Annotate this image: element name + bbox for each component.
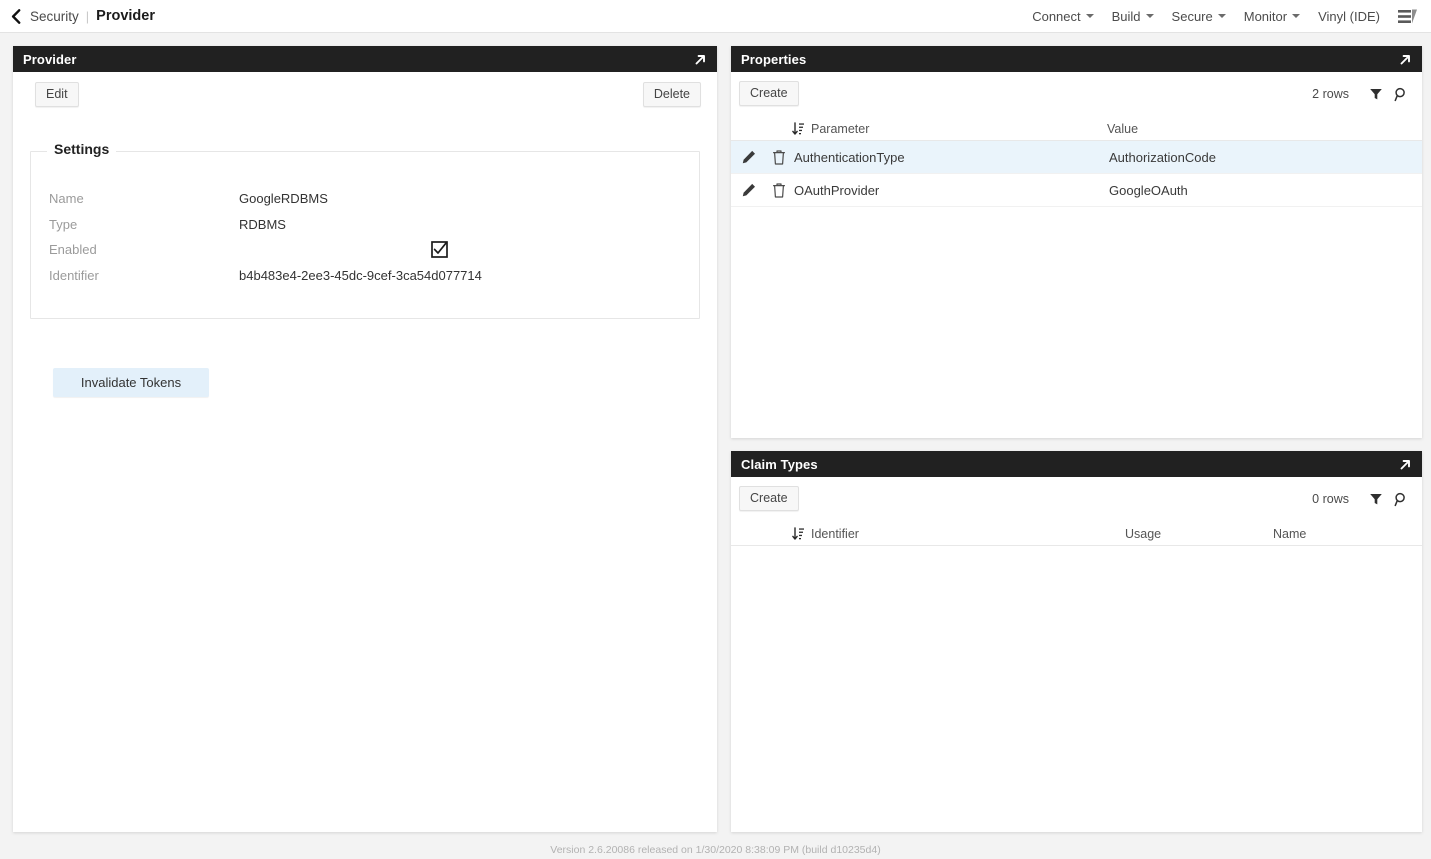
claim-types-panel-title: Claim Types xyxy=(741,457,1396,472)
nav-item-vinyl-ide[interactable]: Vinyl (IDE) xyxy=(1309,9,1389,24)
breadcrumb: Security | Provider xyxy=(0,7,155,25)
field-label-enabled: Enabled xyxy=(49,242,239,257)
field-label-type: Type xyxy=(49,217,239,232)
main-menu: Connect Build Secure Monitor Vinyl (IDE) xyxy=(1023,6,1431,26)
claim-types-grid-header: Identifier Usage Name xyxy=(731,523,1422,546)
nav-item-secure[interactable]: Secure xyxy=(1163,9,1235,24)
row-delete-trash-icon[interactable] xyxy=(770,148,788,166)
footer: Version 2.6.20086 released on 1/30/2020 … xyxy=(0,840,1431,859)
provider-panel-title: Provider xyxy=(23,52,691,67)
properties-row-count: 2 rows xyxy=(1312,87,1349,101)
claim-types-column-name[interactable]: Name xyxy=(1273,527,1306,541)
nav-item-secure-label: Secure xyxy=(1172,9,1213,24)
field-value-name: GoogleRDBMS xyxy=(239,191,328,206)
settings-fieldset: Settings Name GoogleRDBMS Type RDBMS Ena… xyxy=(30,151,700,319)
field-row-type: Type RDBMS xyxy=(49,212,679,237)
table-row[interactable]: OAuthProvider GoogleOAuth xyxy=(731,174,1422,207)
properties-column-parameter[interactable]: Parameter xyxy=(811,122,869,136)
provider-panel: Provider Edit Delete Settings Name Googl… xyxy=(13,46,717,832)
expand-arrow-icon[interactable] xyxy=(1396,455,1414,473)
claim-types-toolbar: Create 0 rows xyxy=(731,477,1422,523)
table-row[interactable]: AuthenticationType AuthorizationCode xyxy=(731,141,1422,174)
properties-panel-body: Create 2 rows Pa xyxy=(731,72,1422,438)
top-navigation-bar: Security | Provider Connect Build Secure… xyxy=(0,0,1431,33)
nav-item-build[interactable]: Build xyxy=(1103,9,1163,24)
nav-item-monitor-label: Monitor xyxy=(1244,9,1287,24)
properties-column-value[interactable]: Value xyxy=(1107,122,1138,136)
claim-types-grid-tools: 0 rows xyxy=(1312,489,1411,509)
settings-legend: Settings xyxy=(47,141,116,157)
breadcrumb-parent-security[interactable]: Security xyxy=(30,9,79,24)
breadcrumb-separator: | xyxy=(86,9,89,24)
row-delete-trash-icon[interactable] xyxy=(770,181,788,199)
menu-icon[interactable] xyxy=(1395,6,1419,26)
search-icon[interactable] xyxy=(1391,489,1411,509)
search-icon[interactable] xyxy=(1391,84,1411,104)
nav-item-connect[interactable]: Connect xyxy=(1023,9,1102,24)
cell-value: AuthorizationCode xyxy=(1109,150,1216,165)
cell-parameter: AuthenticationType xyxy=(794,150,905,165)
field-row-name: Name GoogleRDBMS xyxy=(49,186,679,211)
claim-types-column-usage[interactable]: Usage xyxy=(1125,527,1161,541)
row-edit-pencil-icon[interactable] xyxy=(740,148,758,166)
field-row-enabled: Enabled xyxy=(49,237,679,262)
nav-item-monitor[interactable]: Monitor xyxy=(1235,9,1309,24)
field-label-name: Name xyxy=(49,191,239,206)
nav-item-vinyl-ide-label: Vinyl (IDE) xyxy=(1318,9,1380,24)
expand-arrow-icon[interactable] xyxy=(691,50,709,68)
sort-ascending-icon[interactable] xyxy=(791,526,805,541)
chevron-down-icon xyxy=(1292,14,1300,18)
nav-item-connect-label: Connect xyxy=(1032,9,1080,24)
enabled-checkbox-checked-icon xyxy=(431,241,448,258)
properties-grid-tools: 2 rows xyxy=(1312,84,1411,104)
field-value-type: RDBMS xyxy=(239,217,286,232)
filter-icon[interactable] xyxy=(1366,489,1386,509)
chevron-left-icon[interactable] xyxy=(6,7,24,25)
edit-button[interactable]: Edit xyxy=(35,82,79,107)
properties-panel-header: Properties xyxy=(731,46,1422,72)
field-label-identifier: Identifier xyxy=(49,268,239,283)
row-edit-pencil-icon[interactable] xyxy=(740,181,758,199)
field-value-identifier: b4b483e4-2ee3-45dc-9cef-3ca54d077714 xyxy=(239,268,482,283)
chevron-down-icon xyxy=(1086,14,1094,18)
cell-parameter: OAuthProvider xyxy=(794,183,879,198)
chevron-down-icon xyxy=(1218,14,1226,18)
expand-arrow-icon[interactable] xyxy=(1396,50,1414,68)
cell-value: GoogleOAuth xyxy=(1109,183,1188,198)
field-row-identifier: Identifier b4b483e4-2ee3-45dc-9cef-3ca54… xyxy=(49,263,679,288)
properties-toolbar: Create 2 rows xyxy=(731,72,1422,118)
properties-create-button[interactable]: Create xyxy=(739,81,799,106)
version-text: Version 2.6.20086 released on 1/30/2020 … xyxy=(550,844,880,856)
invalidate-tokens-button[interactable]: Invalidate Tokens xyxy=(53,368,209,397)
filter-icon[interactable] xyxy=(1366,84,1386,104)
chevron-down-icon xyxy=(1146,14,1154,18)
properties-panel: Properties Create 2 rows xyxy=(731,46,1422,438)
properties-grid-header: Parameter Value xyxy=(731,118,1422,141)
provider-panel-header: Provider xyxy=(13,46,717,72)
claim-types-panel-body: Create 0 rows Id xyxy=(731,477,1422,832)
claim-types-column-identifier[interactable]: Identifier xyxy=(811,527,859,541)
claim-types-create-button[interactable]: Create xyxy=(739,486,799,511)
provider-toolbar: Edit Delete xyxy=(13,72,717,118)
sort-ascending-icon[interactable] xyxy=(791,121,805,136)
delete-button[interactable]: Delete xyxy=(643,82,701,107)
provider-panel-body: Edit Delete Settings Name GoogleRDBMS Ty… xyxy=(13,72,717,832)
properties-panel-title: Properties xyxy=(741,52,1396,67)
claim-types-panel-header: Claim Types xyxy=(731,451,1422,477)
claim-types-panel: Claim Types Create 0 rows xyxy=(731,451,1422,832)
claim-types-row-count: 0 rows xyxy=(1312,492,1349,506)
nav-item-build-label: Build xyxy=(1112,9,1141,24)
page-title: Provider xyxy=(96,8,155,24)
